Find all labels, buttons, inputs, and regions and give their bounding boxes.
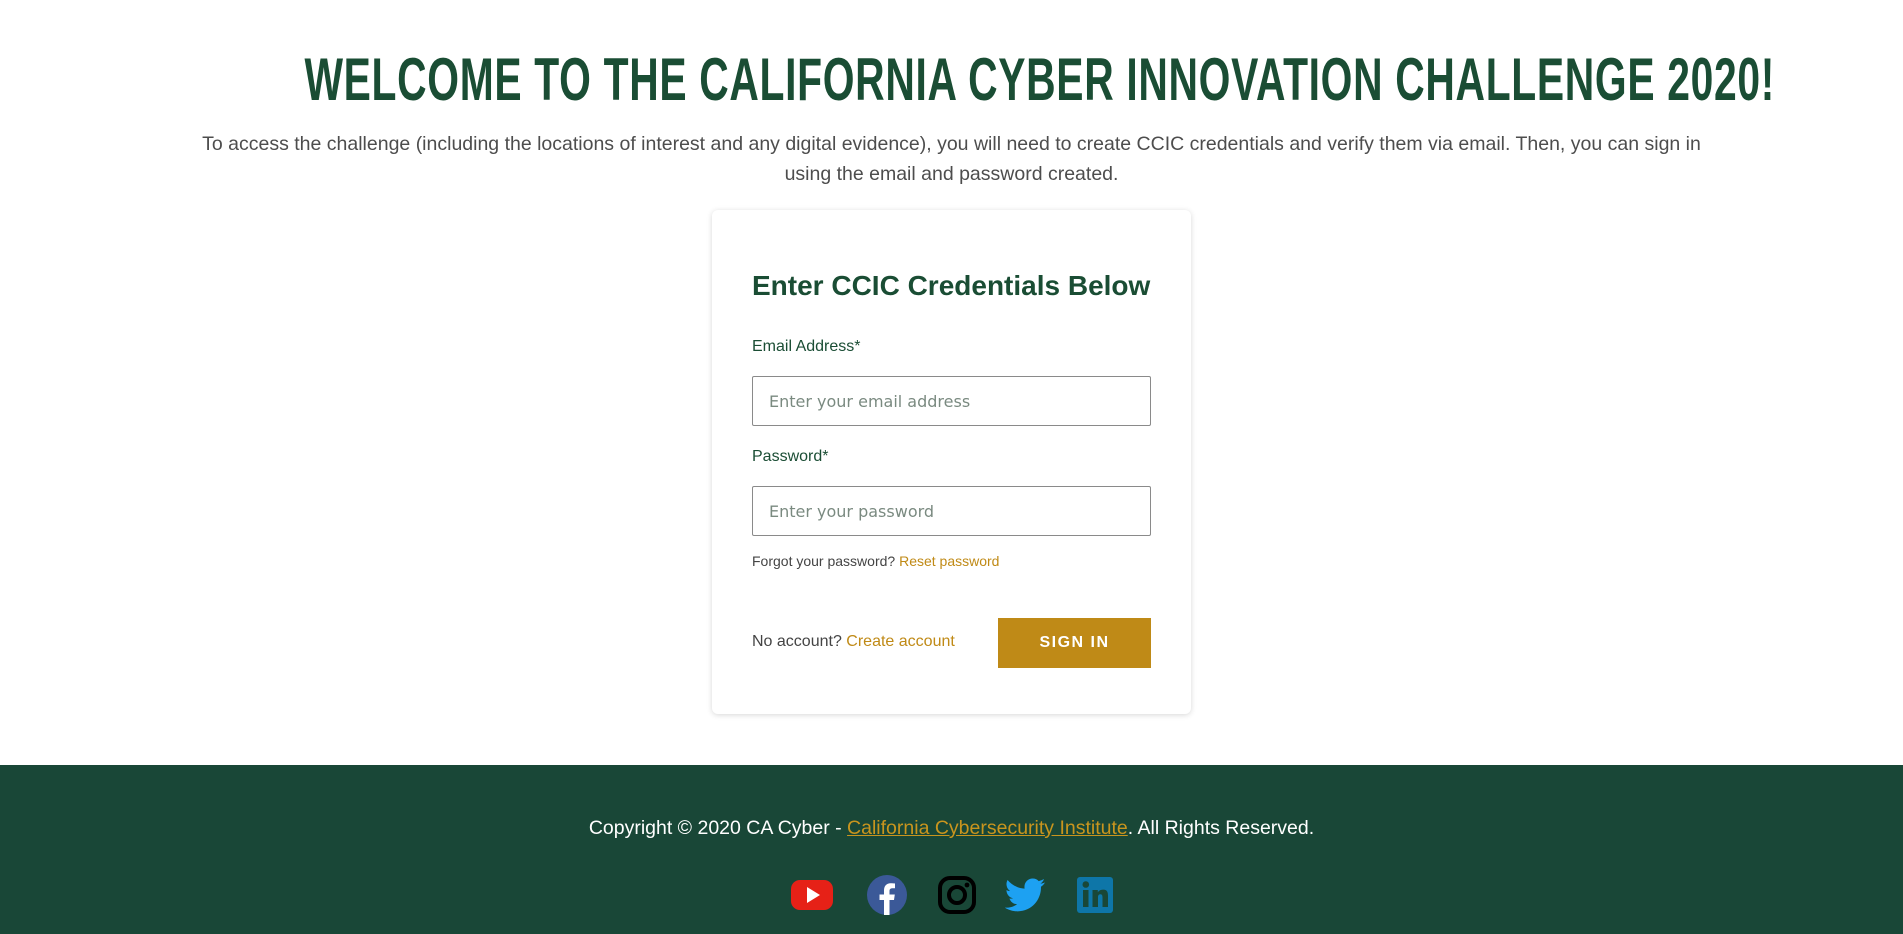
copyright-text: Copyright © 2020 CA Cyber - California C…	[0, 817, 1903, 840]
login-card: Enter CCIC Credentials Below Email Addre…	[712, 210, 1191, 714]
social-links	[0, 873, 1903, 923]
sign-in-button[interactable]: SIGN IN	[998, 618, 1151, 668]
org-link[interactable]: California Cybersecurity Institute	[847, 817, 1128, 839]
email-field[interactable]	[752, 376, 1151, 426]
create-account-link[interactable]: Create account	[846, 633, 955, 650]
copyright-prefix: Copyright © 2020 CA Cyber -	[588, 817, 848, 839]
forgot-password-row: Forgot your password? Reset password	[752, 553, 999, 569]
facebook-icon[interactable]	[865, 873, 909, 917]
copyright-suffix: . All Rights Reserved.	[1127, 817, 1315, 839]
no-account-text: No account?	[752, 633, 842, 650]
intro-text: To access the challenge (including the l…	[202, 133, 1701, 185]
footer: Copyright © 2020 CA Cyber - California C…	[0, 765, 1903, 934]
forgot-password-text: Forgot your password?	[752, 553, 896, 569]
email-label: Email Address*	[752, 338, 861, 355]
instagram-icon[interactable]	[935, 873, 979, 917]
youtube-icon[interactable]	[790, 873, 834, 917]
page-title: WELCOME TO THE CALIFORNIA CYBER INNOVATI…	[304, 46, 1776, 113]
linkedin-icon[interactable]	[1073, 873, 1117, 917]
reset-password-link[interactable]: Reset password	[899, 553, 999, 569]
no-account-row: No account? Create account	[752, 633, 955, 651]
password-label: Password*	[752, 448, 829, 465]
password-field[interactable]	[752, 486, 1151, 536]
login-title: Enter CCIC Credentials Below	[752, 270, 1151, 301]
twitter-icon[interactable]	[1003, 873, 1047, 917]
